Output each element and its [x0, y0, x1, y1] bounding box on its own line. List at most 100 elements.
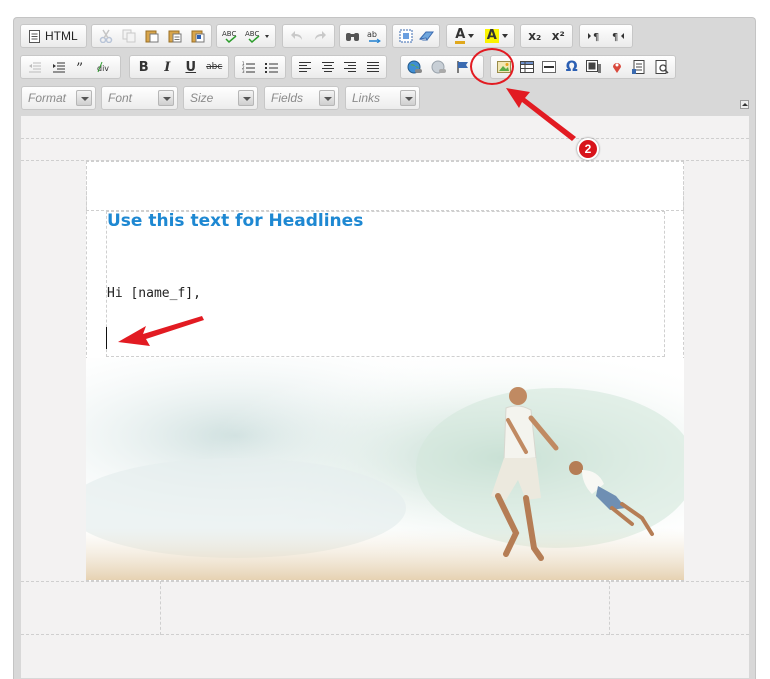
spellcheck-dropdown-button[interactable]: ABC: [244, 26, 272, 46]
superscript-button[interactable]: x²: [548, 26, 570, 46]
underline-button[interactable]: U: [180, 57, 202, 77]
align-justify-icon: [366, 62, 379, 72]
toolbar-group-clipboard: [91, 24, 212, 48]
toolbar-group-undo: [282, 24, 335, 48]
email-greeting[interactable]: Hi [name_f],: [107, 286, 201, 301]
cut-icon: [99, 29, 112, 43]
undo-button[interactable]: [286, 26, 308, 46]
svg-text:¶: ¶: [593, 32, 599, 42]
fields-combo-label: Fields: [271, 91, 304, 105]
numbered-list-icon: 123: [242, 61, 255, 73]
undo-icon: [290, 31, 302, 40]
subscript-button[interactable]: x₂: [524, 26, 546, 46]
chevron-down-icon[interactable]: [76, 90, 92, 106]
chevron-down-icon[interactable]: [158, 90, 174, 106]
bold-icon: B: [138, 59, 149, 75]
map-pin-icon: [612, 63, 621, 73]
map-pin-button[interactable]: [607, 57, 628, 77]
toolbar-group-colors: A A: [446, 24, 515, 48]
align-left-button[interactable]: [295, 57, 316, 77]
toolbar-group-insert: Ω: [490, 55, 676, 79]
paste-word-icon: [191, 30, 204, 43]
hero-image[interactable]: [86, 358, 684, 580]
link-button[interactable]: [404, 57, 426, 77]
quote-icon: ”: [76, 61, 83, 73]
chevron-down-icon[interactable]: [319, 90, 335, 106]
div-container-icon: div: [97, 61, 109, 73]
font-combo-label: Font: [108, 91, 133, 105]
unlink-button[interactable]: [428, 57, 450, 77]
numbered-list-button[interactable]: 123: [238, 57, 259, 77]
strike-button[interactable]: abc: [204, 57, 226, 77]
remove-format-button[interactable]: [417, 26, 436, 46]
ltr-button[interactable]: ¶: [583, 26, 605, 46]
align-center-button[interactable]: [318, 57, 339, 77]
chevron-down-icon[interactable]: [238, 90, 254, 106]
format-combo-label: Format: [28, 91, 67, 105]
paste-button[interactable]: [141, 26, 162, 46]
svg-text:3: 3: [242, 69, 245, 73]
size-combo-label: Size: [190, 91, 214, 105]
create-div-button[interactable]: div: [95, 57, 117, 77]
italic-icon: I: [164, 59, 171, 75]
text-color-button[interactable]: A: [450, 26, 480, 46]
chevron-down-icon[interactable]: [400, 90, 416, 106]
layout-guide-text: [106, 211, 665, 357]
align-center-icon: [321, 62, 334, 72]
indent-button[interactable]: [48, 57, 70, 77]
align-right-button[interactable]: [340, 57, 361, 77]
size-combo[interactable]: Size: [183, 86, 258, 110]
background-color-icon: A: [484, 28, 499, 43]
find-button[interactable]: [343, 26, 362, 46]
email-headline[interactable]: Use this text for Headlines: [107, 211, 363, 231]
copy-button[interactable]: [118, 26, 139, 46]
horizontal-rule-button[interactable]: [539, 57, 560, 77]
spellcheck-dropdown-icon: ABC: [245, 30, 269, 43]
outdent-button[interactable]: [24, 57, 46, 77]
special-char-button[interactable]: Ω: [562, 57, 583, 77]
align-justify-button[interactable]: [363, 57, 384, 77]
underline-icon: U: [185, 59, 197, 75]
rtl-icon: ¶: [612, 32, 624, 42]
collapse-toolbar-button[interactable]: [740, 100, 749, 109]
paste-word-button[interactable]: [187, 26, 208, 46]
iframe-button[interactable]: [584, 57, 605, 77]
rtl-button[interactable]: ¶: [607, 26, 629, 46]
fields-combo[interactable]: Fields: [264, 86, 339, 110]
background-color-button[interactable]: A: [482, 26, 512, 46]
select-all-button[interactable]: [396, 26, 415, 46]
paste-text-button[interactable]: [164, 26, 185, 46]
table-button[interactable]: [517, 57, 538, 77]
links-combo[interactable]: Links: [345, 86, 420, 110]
redo-button[interactable]: [310, 26, 332, 46]
preview-button[interactable]: [652, 57, 673, 77]
bold-button[interactable]: B: [133, 57, 155, 77]
paste-text-icon: [168, 30, 181, 43]
horizontal-rule-icon: [542, 61, 557, 73]
find-icon: [345, 33, 359, 41]
template-button[interactable]: [629, 57, 650, 77]
blockquote-button[interactable]: ”: [72, 57, 94, 77]
svg-text:ab: ab: [367, 30, 377, 39]
format-combo[interactable]: Format: [21, 86, 96, 110]
select-all-icon: [399, 29, 412, 43]
chevron-down-icon: [468, 34, 475, 38]
font-combo[interactable]: Font: [101, 86, 178, 110]
spellcheck-button[interactable]: ABC: [220, 26, 242, 46]
bulleted-list-button[interactable]: [261, 57, 282, 77]
html-source-button[interactable]: HTML: [24, 26, 83, 46]
replace-button[interactable]: ab: [364, 26, 383, 46]
strike-icon: abc: [206, 62, 223, 72]
toolbar-group-direction: ¶ ¶: [579, 24, 633, 48]
iframe-icon: [586, 60, 602, 73]
toolbar-group-find: ab: [339, 24, 387, 48]
spellcheck-icon: ABC: [222, 30, 237, 43]
link-globe-icon: [407, 60, 422, 74]
toolbar-group-script: x₂ x²: [520, 24, 573, 48]
svg-text:div: div: [97, 64, 109, 73]
table-icon: [519, 61, 534, 73]
toolbar-group-lists: 123: [234, 55, 286, 79]
cut-button[interactable]: [95, 26, 116, 46]
italic-button[interactable]: I: [157, 57, 179, 77]
svg-text:¶: ¶: [612, 32, 618, 42]
